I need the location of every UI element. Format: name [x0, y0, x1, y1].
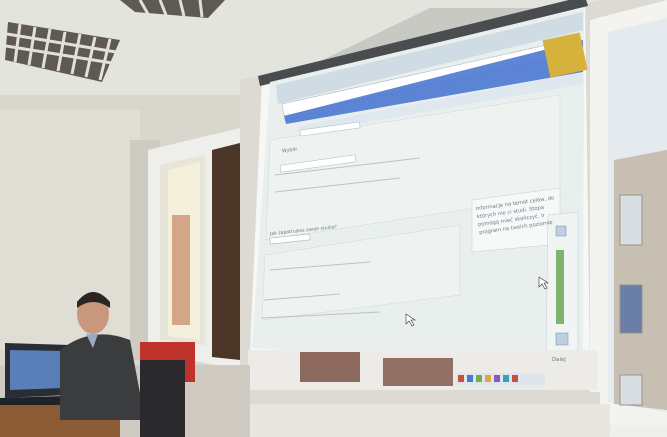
window-right — [590, 0, 667, 437]
taskbar-icons — [458, 375, 518, 382]
window-left — [148, 128, 240, 370]
photo-scene: Informacje na temat celów, do których ni… — [0, 0, 667, 437]
classroom-photo — [0, 0, 667, 437]
